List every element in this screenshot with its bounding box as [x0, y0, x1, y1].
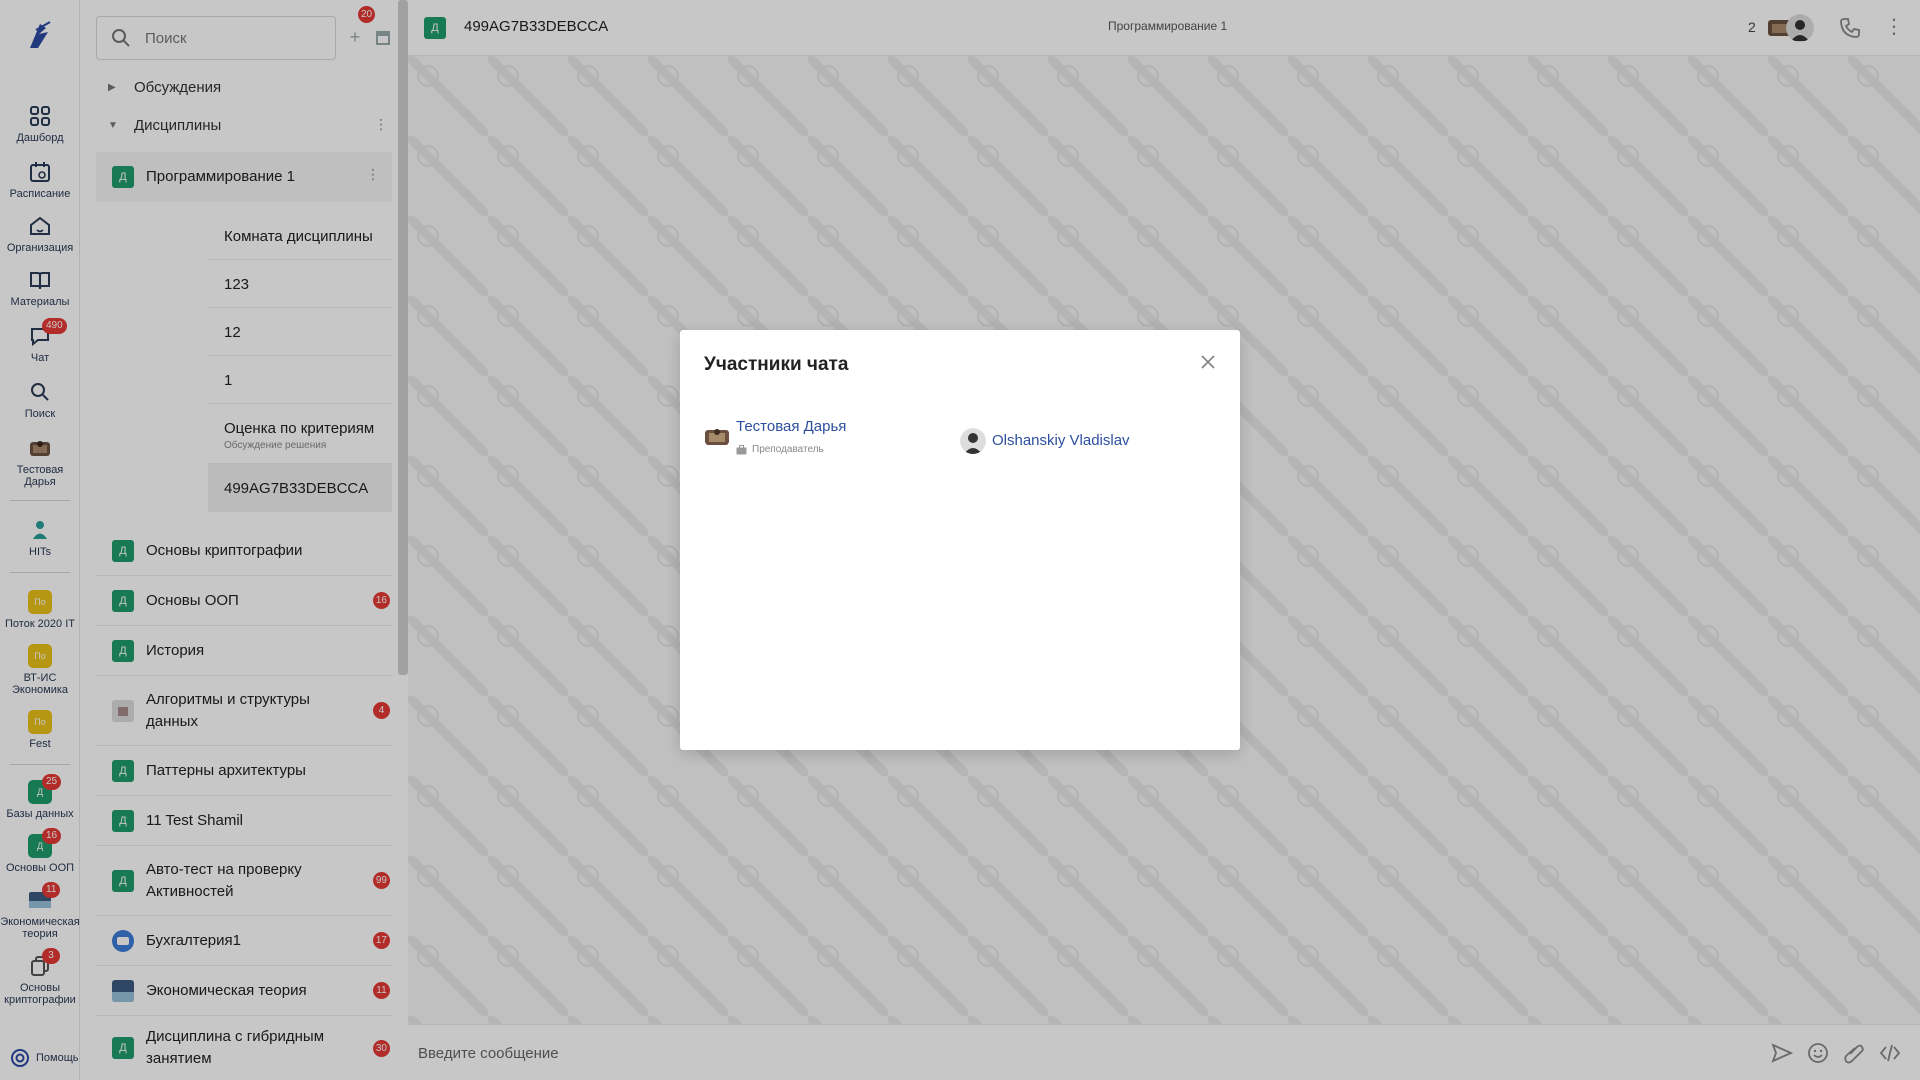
member-role-label: Преподаватель [752, 444, 824, 455]
chat-members-dialog: Участники чата Тестовая Дарья Преподават… [680, 330, 1240, 750]
member-avatar [960, 428, 986, 454]
member-name[interactable]: Тестовая Дарья [736, 418, 846, 436]
briefcase-icon [736, 444, 747, 454]
member-name[interactable]: Olshanskiy Vladislav [992, 432, 1130, 450]
member-item[interactable]: Olshanskiy Vladislav [960, 428, 1130, 454]
member-avatar [705, 429, 729, 445]
member-role: Преподаватель [736, 444, 846, 455]
member-item[interactable]: Тестовая Дарья Преподаватель [704, 418, 846, 455]
dialog-title: Участники чата [704, 354, 849, 375]
close-icon[interactable] [1198, 352, 1218, 372]
